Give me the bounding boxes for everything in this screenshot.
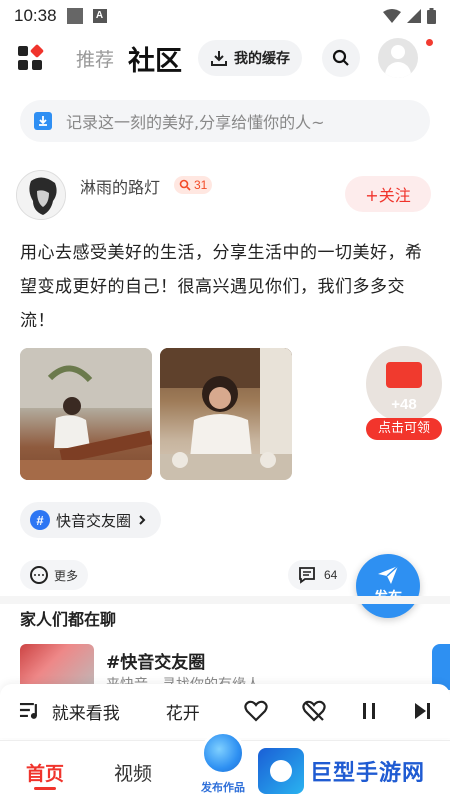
user-level-value: 31 — [194, 178, 208, 192]
nav-home-indicator — [34, 787, 56, 790]
topic-label: 快音交友圈 — [56, 511, 132, 530]
comment-button[interactable]: 64 — [288, 560, 348, 590]
user-avatar[interactable] — [378, 38, 419, 78]
post-username[interactable]: 淋雨的路灯 — [80, 174, 160, 198]
notification-dot — [424, 37, 435, 48]
avatar-body-shape — [385, 62, 412, 78]
follow-label: +关注 — [365, 186, 411, 205]
site-watermark: 巨型手游网 — [258, 746, 448, 796]
tab-recommend[interactable]: 推荐 — [76, 45, 114, 72]
avatar-head-shape — [391, 45, 406, 59]
music-controls — [244, 700, 432, 722]
heart-icon[interactable] — [244, 700, 268, 722]
post-image-1[interactable] — [20, 348, 152, 480]
red-packet-amount: +48 — [391, 396, 417, 413]
topic-chip[interactable]: # 快音交友圈 — [20, 502, 162, 538]
comment-count: 64 — [324, 568, 338, 582]
playlist-icon[interactable] — [18, 701, 42, 721]
post-author-avatar[interactable] — [16, 170, 66, 220]
nav-video[interactable]: 视频 — [114, 759, 152, 786]
group-title[interactable]: #快音交友圈 — [106, 648, 205, 673]
dislike-heart-icon[interactable] — [302, 700, 326, 722]
red-packet-claim-button[interactable]: 点击可领 — [366, 418, 442, 440]
song-text-1: 就来看我 — [51, 703, 120, 724]
my-cache-button[interactable]: 我的缓存 — [198, 40, 303, 76]
wifi-icon — [383, 9, 401, 23]
nav-publish[interactable]: 发布作品 — [196, 731, 250, 800]
comment-icon — [299, 567, 315, 584]
paper-plane-icon — [378, 565, 399, 584]
nav-publish-label: 发布作品 — [201, 781, 245, 794]
top-nav: 推荐 社区 我的缓存 — [0, 34, 450, 82]
notification-square-icon — [66, 8, 83, 24]
follow-button[interactable]: +关注 — [345, 176, 431, 212]
more-dots-icon — [30, 566, 48, 584]
user-level-badge: 31 — [174, 176, 213, 194]
status-bar: 10:38 A — [0, 0, 450, 32]
author-portrait-icon — [17, 171, 65, 219]
hashtag-icon: # — [30, 510, 50, 530]
level-icon — [179, 179, 191, 191]
next-track-icon[interactable] — [412, 701, 432, 721]
post-image-2[interactable] — [160, 348, 292, 480]
tea-table-image — [160, 348, 292, 480]
publish-fab-button[interactable]: 发布 — [356, 554, 420, 618]
compose-icon — [34, 112, 52, 130]
post-body-text: 用心去感受美好的生活，分享生活中的一切美好，希望变成更好的自己！很高兴遇见你们，… — [20, 243, 423, 331]
signal-icon — [407, 9, 421, 23]
red-envelope-icon — [386, 362, 422, 388]
post-composer[interactable]: 记录这一刻的美好,分享给懂你的人~ — [20, 100, 430, 142]
app-logo-icon[interactable] — [18, 43, 45, 70]
watermark-text: 巨型手游网 — [310, 761, 426, 786]
pause-icon[interactable] — [360, 701, 378, 721]
composer-placeholder: 记录这一刻的美好,分享给懂你的人~ — [66, 113, 325, 132]
guzheng-player-image — [20, 348, 152, 480]
music-mini-player[interactable]: 就来看我 花开 — [0, 684, 450, 738]
more-button[interactable]: 更多 — [20, 560, 89, 590]
search-icon — [332, 49, 349, 66]
watermark-logo-icon — [258, 748, 304, 794]
publish-work-icon — [201, 731, 245, 775]
song-marquee: 就来看我 花开 — [42, 699, 230, 724]
more-label: 更多 — [54, 568, 79, 583]
section-title: 家人们都在聊 — [20, 610, 117, 629]
chevron-right-icon — [139, 515, 146, 525]
red-packet-widget[interactable]: +48 点击可领 — [366, 346, 442, 442]
status-icons — [383, 8, 436, 24]
search-button[interactable] — [322, 39, 361, 77]
song-text-2: 花开 — [165, 703, 200, 724]
section-divider — [0, 596, 450, 604]
tab-community[interactable]: 社区 — [128, 39, 182, 78]
download-icon — [211, 51, 228, 66]
battery-icon — [427, 8, 436, 24]
my-cache-label: 我的缓存 — [234, 51, 291, 67]
status-time: 10:38 — [14, 6, 57, 25]
notification-a-icon: A — [92, 9, 107, 23]
nav-home[interactable]: 首页 — [26, 759, 64, 786]
